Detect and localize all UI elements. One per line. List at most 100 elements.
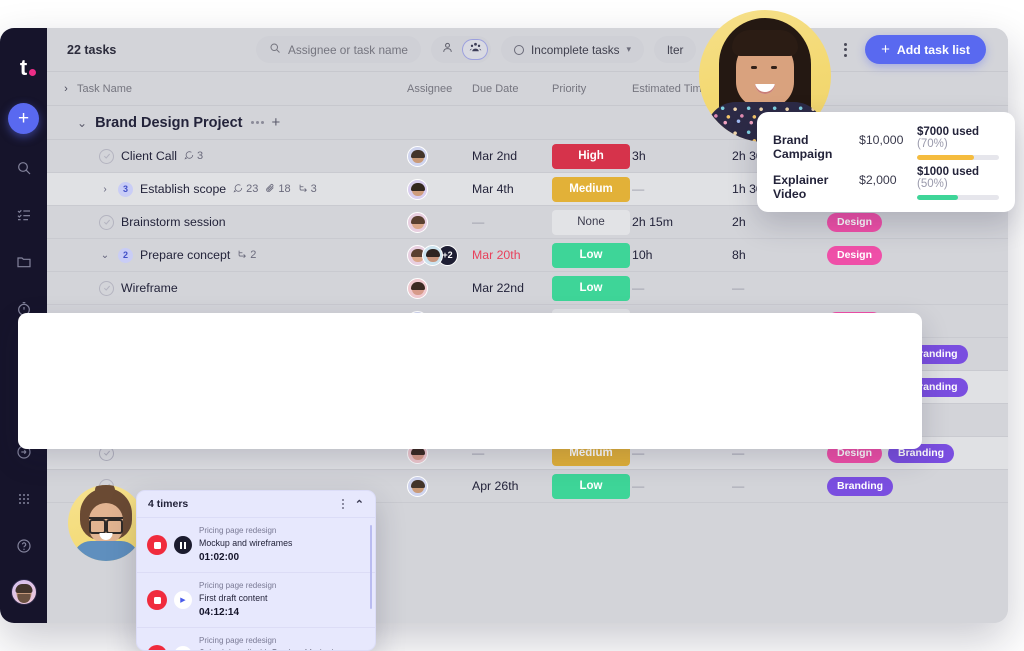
stop-timer-button[interactable] (147, 535, 167, 556)
avatar[interactable] (407, 442, 428, 464)
priority-cell[interactable]: Medium (552, 440, 632, 466)
task-name-cell[interactable]: 2nd review to client 1 3 (77, 379, 407, 395)
tags-cell[interactable]: Branding (827, 476, 1008, 496)
tags-cell[interactable]: Feedback Branding (827, 344, 1008, 364)
expand-row-icon[interactable]: › (99, 184, 111, 195)
sidebar-item-help[interactable] (11, 533, 37, 559)
estimated-time-cell[interactable]: 10h (632, 248, 732, 262)
sidebar-item-search[interactable] (11, 155, 37, 181)
avatar[interactable] (407, 178, 428, 200)
tracked-time-cell[interactable]: 2h (732, 215, 827, 229)
tag-branding[interactable]: Branding (901, 344, 968, 364)
assignee-stack[interactable]: +2 (407, 244, 458, 266)
search-input[interactable]: Assignee or task name (256, 36, 421, 63)
status-filter-dropdown[interactable]: Incomplete tasks ▾ (501, 36, 645, 63)
priority-badge[interactable]: Low (552, 242, 630, 268)
sidebar-item-apps[interactable] (11, 486, 37, 512)
complete-checkbox[interactable] (99, 445, 114, 461)
tracked-time-cell[interactable]: — (732, 347, 827, 361)
group-more-button[interactable] (250, 121, 264, 124)
sidebar-item-timer[interactable] (11, 296, 37, 322)
priority-badge[interactable]: None (552, 308, 630, 334)
avatar[interactable] (407, 310, 428, 332)
priority-badge[interactable]: Low (552, 275, 630, 301)
task-name-cell[interactable]: Client Call 3 (77, 148, 407, 164)
timer-item[interactable]: ▶ Pricing page redesignSchedule call with… (137, 628, 375, 650)
tracked-time-cell[interactable]: 8h (732, 248, 827, 262)
avatar[interactable] (407, 475, 428, 497)
start-timer-button[interactable]: ▶ (174, 591, 192, 610)
stop-timer-button[interactable] (147, 645, 167, 650)
complete-checkbox[interactable] (99, 148, 114, 164)
estimated-time-cell[interactable]: — (632, 380, 732, 394)
task-name-cell[interactable]: 1st review to client 1 4 (77, 346, 407, 362)
status-blocked-icon[interactable] (99, 313, 114, 329)
priority-badge[interactable]: Medium (552, 176, 630, 202)
table-row[interactable]: ⌄ 2 Prepare concept 2 +2 Mar 20th Low 10h 8h Desi… (47, 239, 1008, 272)
assignee-cell[interactable] (407, 475, 472, 497)
tag-branding[interactable]: Branding (901, 377, 968, 397)
priority-badge[interactable]: Low (552, 407, 630, 433)
priority-cell[interactable]: Low (552, 407, 632, 433)
complete-checkbox[interactable] (99, 412, 114, 428)
assignee-cell[interactable] (407, 376, 472, 398)
collapse-row-icon[interactable]: ⌄ (99, 250, 111, 261)
priority-badge[interactable]: None (552, 209, 630, 235)
tracked-time-cell[interactable]: — (732, 281, 827, 295)
priority-badge[interactable]: High (552, 143, 630, 169)
due-date-cell[interactable]: Apr 26th (472, 479, 552, 493)
sidebar-user-avatar[interactable] (10, 579, 37, 605)
assignee-cell[interactable] (407, 442, 472, 464)
avatar[interactable] (407, 145, 428, 167)
table-row[interactable]: Deliver final 4 1— Low — — (47, 404, 1008, 437)
sidebar-item-folders[interactable] (11, 249, 37, 275)
priority-cell[interactable]: None (552, 308, 632, 334)
due-date-cell[interactable]: Mar 20th (472, 248, 552, 262)
priority-cell[interactable]: Medium (552, 176, 632, 202)
drag-handle-icon[interactable] (341, 499, 344, 509)
estimated-time-cell[interactable]: — (632, 479, 732, 493)
task-name-cell[interactable] (77, 445, 407, 461)
task-name-cell[interactable]: Schedule Call 8 (77, 313, 407, 329)
estimated-time-cell[interactable]: — (632, 314, 732, 328)
group-add-button[interactable]: + (272, 115, 281, 130)
tag-feedback[interactable]: Feedback (827, 377, 896, 397)
task-name-cell[interactable]: Wireframe (77, 280, 407, 296)
tag-design[interactable]: Design (827, 212, 883, 232)
avatar[interactable] (407, 277, 428, 299)
complete-checkbox[interactable] (99, 379, 114, 395)
view-toggle-group[interactable] (462, 39, 488, 60)
tags-cell[interactable]: Design (827, 311, 1008, 331)
task-name-cell[interactable]: ⌄ 2 Prepare concept 2 (77, 247, 407, 263)
due-date-cell[interactable]: Mar 4th (472, 182, 552, 196)
priority-badge[interactable]: Low (552, 341, 630, 367)
tag-feedback[interactable]: Feedback (827, 344, 896, 364)
task-name-cell[interactable]: Brainstorm session (77, 214, 407, 230)
sidebar-item-tasks[interactable] (11, 202, 37, 228)
assignee-cell[interactable] (407, 343, 472, 365)
sidebar-item-more[interactable] (11, 343, 37, 369)
timer-item[interactable]: Pricing page redesign Mockup and wirefram… (137, 518, 375, 574)
more-options-button[interactable] (836, 42, 855, 57)
avatar[interactable] (407, 409, 428, 431)
tag-design[interactable]: Design (827, 245, 883, 265)
assignee-cell[interactable]: +2 (407, 244, 472, 266)
priority-badge[interactable]: Low (552, 473, 630, 499)
priority-badge[interactable]: Low (552, 374, 630, 400)
stop-timer-button[interactable] (147, 590, 167, 611)
assignee-cell[interactable] (407, 178, 472, 200)
due-date-cell[interactable]: — (472, 413, 552, 427)
tag-design[interactable]: Design (827, 443, 883, 463)
assignee-cell[interactable] (407, 211, 472, 233)
due-date-cell[interactable]: Apr 1st (472, 347, 552, 361)
due-date-cell[interactable]: Mar 22nd (472, 281, 552, 295)
assignee-cell[interactable] (407, 145, 472, 167)
tracked-time-cell[interactable]: — (732, 446, 827, 460)
tag-branding[interactable]: Branding (827, 476, 894, 496)
expand-all-toggle[interactable]: › (55, 83, 77, 95)
estimated-time-cell[interactable]: — (632, 182, 732, 196)
complete-checkbox[interactable] (99, 280, 114, 296)
sidebar-add-button[interactable]: + (8, 103, 39, 134)
timers-scrollbar[interactable] (369, 525, 372, 609)
sidebar-item-messages[interactable] (11, 439, 37, 465)
